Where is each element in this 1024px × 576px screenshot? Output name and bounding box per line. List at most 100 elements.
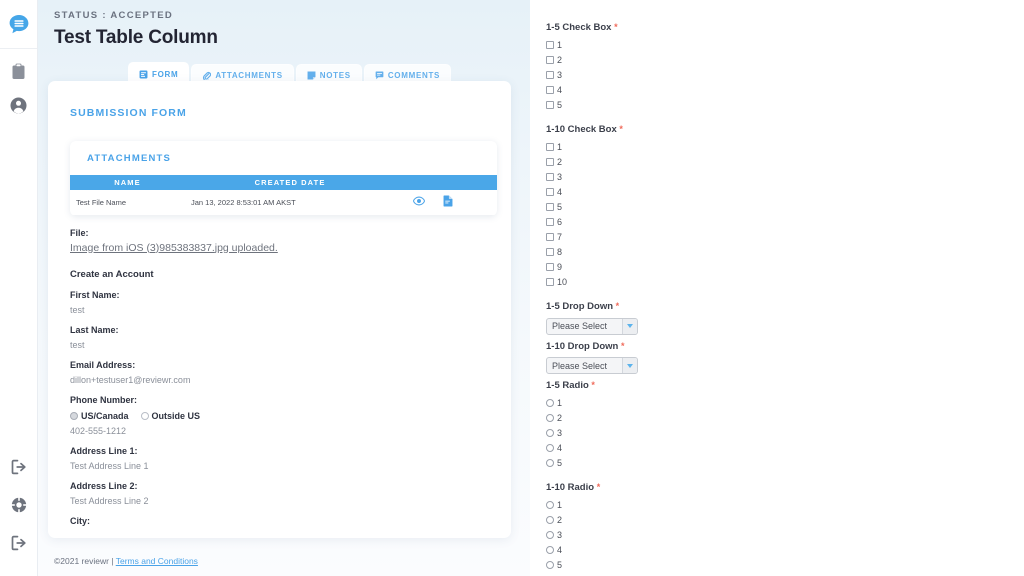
checkbox-icon — [546, 202, 554, 211]
dropdown-selected-value: Please Select — [552, 321, 608, 331]
radio-option[interactable]: 5 — [546, 455, 1024, 470]
radio-label-us-canada: US/Canada — [81, 410, 129, 421]
tab-attachments-label: ATTACHMENTS — [215, 70, 283, 80]
checkbox-label: 6 — [557, 216, 563, 227]
checkbox-option[interactable]: 4 — [546, 184, 1024, 199]
checkbox-option[interactable]: 8 — [546, 244, 1024, 259]
radio-label: 5 — [557, 559, 563, 570]
checkbox-option[interactable]: 5 — [546, 199, 1024, 214]
field-value-phone-number: 402-555-1212 — [70, 425, 127, 436]
sidebar-item-logout[interactable] — [0, 526, 38, 564]
field-label-1-10-radio: 1-10 Radio * — [546, 482, 1024, 493]
dropdown-1-5[interactable]: Please Select — [546, 317, 638, 335]
checkbox-label: 5 — [557, 201, 563, 212]
radio-option[interactable]: 2 — [546, 410, 1024, 425]
radio-option[interactable]: 5 — [546, 557, 1024, 572]
field-file: File: Image from iOS (3)985383837.jpg up… — [70, 228, 511, 256]
checkbox-option[interactable]: 4 — [546, 82, 1024, 97]
radio-option[interactable]: 3 — [546, 425, 1024, 440]
sidebar-bottom-group — [0, 450, 38, 576]
radio-option[interactable]: 1 — [546, 497, 1024, 512]
chevron-down-icon[interactable] — [622, 358, 637, 373]
checkbox-option[interactable]: 2 — [546, 52, 1024, 67]
radio-label: 3 — [557, 529, 563, 540]
submission-form-title: SUBMISSION FORM — [70, 107, 187, 119]
field-group-1-10-radio: 1-10 Radio * 1 2 3 4 5 6 — [546, 482, 1024, 576]
radio-dot-icon — [140, 411, 149, 420]
sidebar-item-logout-top[interactable] — [0, 450, 38, 488]
radio-label: 2 — [557, 412, 563, 423]
field-city: City: — [70, 516, 511, 526]
checkbox-option[interactable]: 1 — [546, 37, 1024, 52]
label-text: 1-10 Radio — [546, 482, 595, 493]
checkbox-icon — [546, 157, 554, 166]
sidebar-divider — [0, 48, 37, 49]
radio-option-us-canada[interactable]: US/Canada — [70, 411, 129, 421]
radio-option-outside-us[interactable]: Outside US — [140, 411, 200, 421]
sidebar-item-support[interactable] — [0, 488, 38, 526]
logout-icon — [11, 535, 27, 556]
checkbox-label: 2 — [557, 156, 563, 167]
radio-option[interactable]: 4 — [546, 542, 1024, 557]
column-header-created-date[interactable]: CREATED DATE — [185, 175, 395, 190]
required-asterisk: * — [619, 124, 623, 134]
file-document-icon[interactable] — [443, 195, 453, 209]
dropdown-1-10[interactable]: Please Select — [546, 357, 638, 374]
checkbox-icon — [546, 100, 554, 109]
radio-option[interactable]: 6 — [546, 572, 1024, 576]
checkbox-icon — [546, 55, 554, 64]
footer-terms-link[interactable]: Terms and Conditions — [116, 556, 198, 566]
field-label-file: File: — [70, 227, 89, 238]
radio-label: 3 — [557, 427, 563, 438]
sidebar-item-submissions[interactable] — [0, 57, 38, 91]
label-text: 1-5 Check Box — [546, 22, 612, 33]
eye-icon[interactable] — [412, 196, 426, 208]
checkbox-option[interactable]: 5 — [546, 97, 1024, 112]
checkbox-option[interactable]: 6 — [546, 214, 1024, 229]
cell-file-name: Test File Name — [70, 190, 185, 216]
uploaded-file-link[interactable]: Image from iOS (3)985383837.jpg uploaded… — [70, 242, 278, 254]
table-row: Test File Name Jan 13, 2022 8:53:01 AM A… — [70, 190, 497, 216]
radio-icon — [546, 560, 554, 569]
footer-copyright: ©2021 reviewr | — [54, 556, 114, 566]
column-header-name[interactable]: NAME — [70, 175, 185, 190]
radio-icon — [546, 443, 554, 452]
radio-option[interactable]: 1 — [546, 395, 1024, 410]
checkbox-option[interactable]: 1 — [546, 139, 1024, 154]
checkbox-option[interactable]: 10 — [546, 274, 1024, 289]
lifebuoy-icon — [10, 496, 27, 518]
attachments-table: NAME CREATED DATE Test File Name Jan 13,… — [70, 175, 497, 216]
label-text: 1-10 Check Box — [546, 124, 617, 135]
radio-icon — [546, 458, 554, 467]
checkbox-label: 4 — [557, 84, 563, 95]
checkbox-label: 3 — [557, 171, 563, 182]
checkbox-label: 7 — [557, 231, 563, 242]
chevron-down-icon[interactable] — [622, 318, 637, 334]
field-label-email-address: Email Address: — [70, 359, 136, 370]
radio-icon — [546, 530, 554, 539]
sidebar-item-account[interactable] — [0, 91, 38, 125]
field-label-1-5-drop-down: 1-5 Drop Down * — [546, 301, 1024, 312]
required-asterisk: * — [596, 482, 601, 492]
field-value-last-name: test — [70, 339, 85, 350]
checkbox-option[interactable]: 3 — [546, 169, 1024, 184]
chat-bubble-logo-icon[interactable] — [0, 6, 38, 44]
cell-view-action — [395, 190, 443, 216]
page-header: STATUS : ACCEPTED Test Table Column — [38, 0, 530, 49]
attachments-card-title: ATTACHMENTS — [87, 153, 172, 164]
checkbox-label: 10 — [557, 276, 568, 287]
app-root: STATUS : ACCEPTED Test Table Column FORM — [0, 0, 1024, 576]
radio-icon — [546, 515, 554, 524]
checkbox-option[interactable]: 9 — [546, 259, 1024, 274]
field-group-1-5-radio: 1-5 Radio * 1 2 3 4 5 — [546, 380, 1024, 470]
radio-label: 4 — [557, 544, 563, 555]
radio-option[interactable]: 3 — [546, 527, 1024, 542]
user-circle-icon — [10, 97, 27, 119]
checkbox-option[interactable]: 7 — [546, 229, 1024, 244]
cell-created-date: Jan 13, 2022 8:53:01 AM AKST — [185, 190, 395, 216]
cell-download-action — [443, 190, 497, 216]
checkbox-option[interactable]: 3 — [546, 67, 1024, 82]
checkbox-option[interactable]: 2 — [546, 154, 1024, 169]
radio-option[interactable]: 4 — [546, 440, 1024, 455]
radio-option[interactable]: 2 — [546, 512, 1024, 527]
